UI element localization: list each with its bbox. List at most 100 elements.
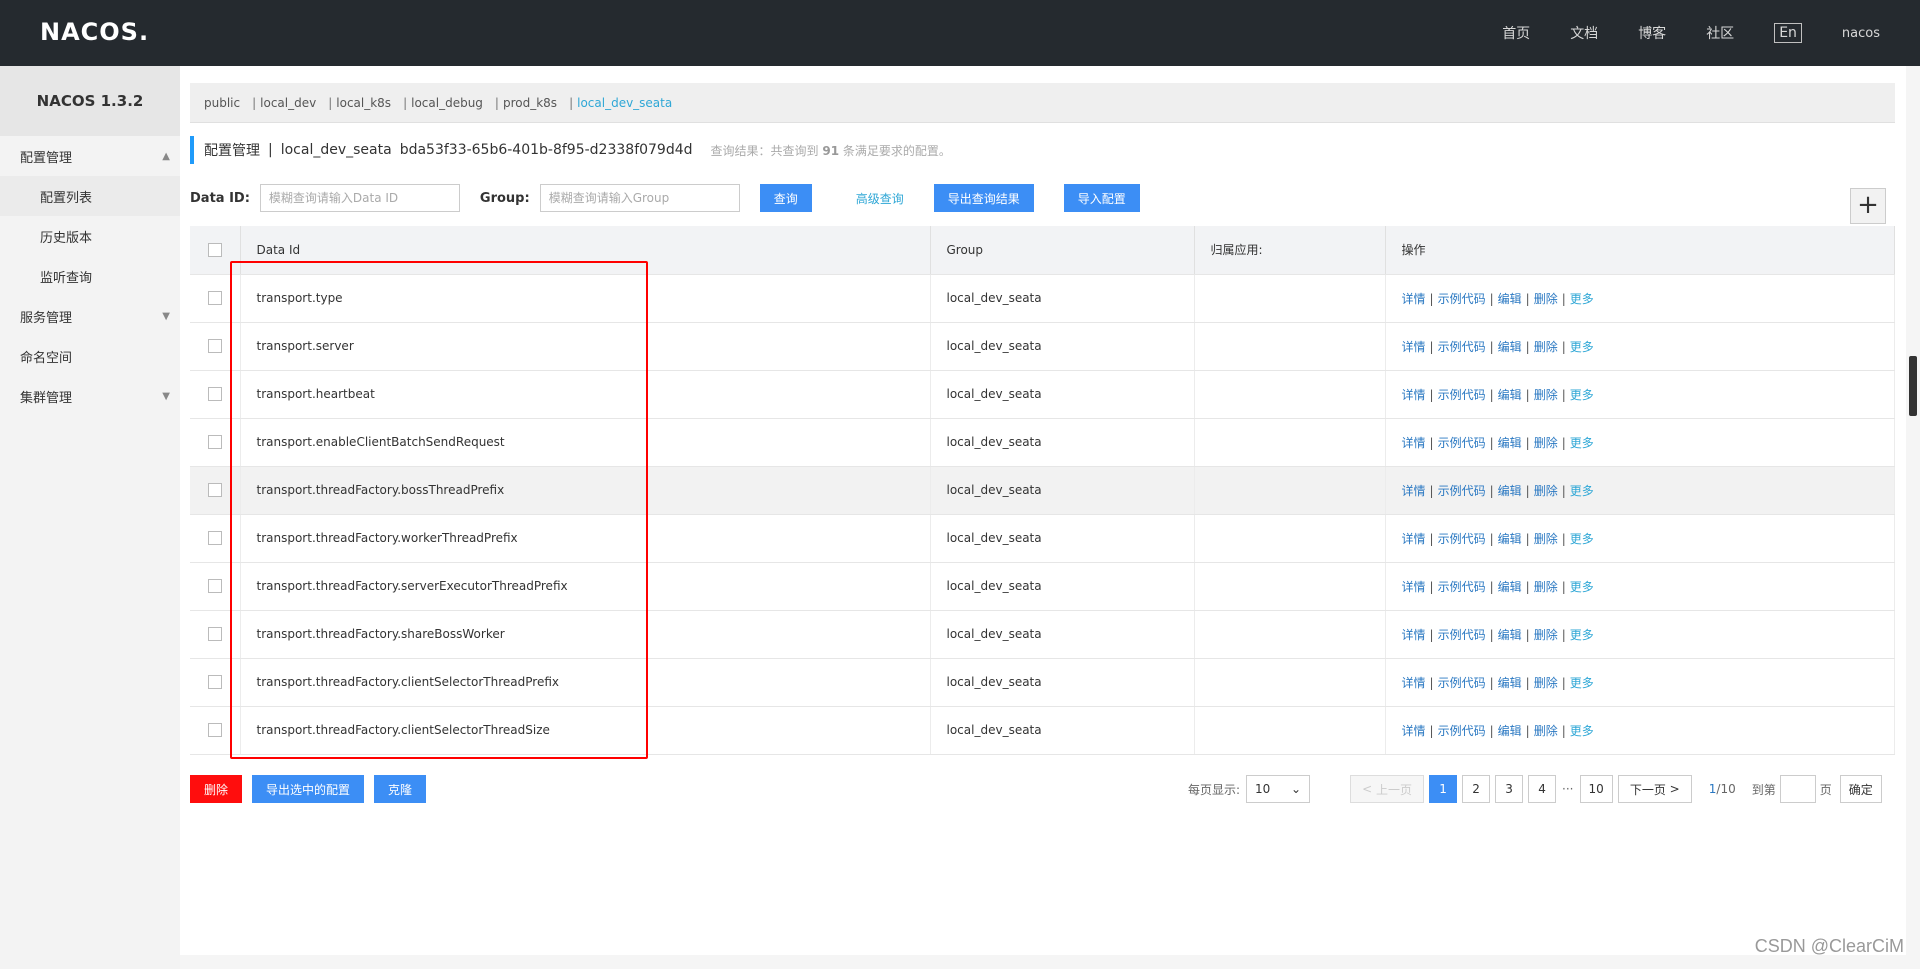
query-button[interactable]: 查询 bbox=[759, 184, 812, 212]
table-row[interactable]: transport.heartbeat local_dev_seata 详情 | 示… bbox=[190, 370, 1895, 419]
scrollbar-thumb[interactable] bbox=[1909, 356, 1917, 416]
language-toggle[interactable]: En bbox=[1774, 23, 1802, 43]
more-link[interactable]: 更多 bbox=[1570, 292, 1594, 306]
sample-code-link[interactable]: 示例代码 bbox=[1438, 628, 1486, 642]
sample-code-link[interactable]: 示例代码 bbox=[1438, 388, 1486, 402]
sidebar-item-listeners[interactable]: 监听查询 bbox=[0, 256, 180, 296]
details-link[interactable]: 详情 bbox=[1402, 532, 1426, 546]
delete-link[interactable]: 删除 bbox=[1534, 628, 1558, 642]
row-checkbox[interactable] bbox=[207, 723, 222, 738]
delete-link[interactable]: 删除 bbox=[1534, 340, 1558, 354]
edit-link[interactable]: 编辑 bbox=[1498, 388, 1522, 402]
delete-selected-button[interactable]: 删除 bbox=[190, 775, 243, 803]
namespace-public[interactable]: public bbox=[204, 96, 240, 110]
details-link[interactable]: 详情 bbox=[1402, 388, 1426, 402]
prev-page-button[interactable]: < 上一页 bbox=[1350, 775, 1425, 803]
page-button-2[interactable]: 2 bbox=[1462, 775, 1491, 803]
sample-code-link[interactable]: 示例代码 bbox=[1438, 484, 1486, 498]
delete-link[interactable]: 删除 bbox=[1534, 532, 1558, 546]
page-button-3[interactable]: 3 bbox=[1495, 775, 1524, 803]
page-button-10[interactable]: 10 bbox=[1579, 775, 1613, 803]
namespace-prod-k8s[interactable]: prod_k8s bbox=[503, 96, 557, 110]
row-checkbox[interactable] bbox=[207, 675, 222, 690]
more-link[interactable]: 更多 bbox=[1570, 484, 1594, 498]
namespace-local-dev[interactable]: local_dev bbox=[260, 96, 316, 110]
goto-confirm-button[interactable]: 确定 bbox=[1839, 775, 1882, 803]
row-checkbox[interactable] bbox=[207, 579, 222, 594]
namespace-local-k8s[interactable]: local_k8s bbox=[336, 96, 391, 110]
add-config-button[interactable]: + bbox=[1850, 188, 1886, 224]
sidebar-item-config-list[interactable]: 配置列表 bbox=[0, 176, 180, 216]
edit-link[interactable]: 编辑 bbox=[1498, 532, 1522, 546]
advanced-query-button[interactable]: 高级查询 bbox=[842, 184, 918, 212]
sample-code-link[interactable]: 示例代码 bbox=[1438, 724, 1486, 738]
more-link[interactable]: 更多 bbox=[1570, 340, 1594, 354]
delete-link[interactable]: 删除 bbox=[1534, 724, 1558, 738]
namespace-local-debug[interactable]: local_debug bbox=[411, 96, 483, 110]
sidebar-group-service[interactable]: 服务管理 ▼ bbox=[0, 296, 180, 336]
details-link[interactable]: 详情 bbox=[1402, 676, 1426, 690]
edit-link[interactable]: 编辑 bbox=[1498, 724, 1522, 738]
page-size-select[interactable]: 10 ⌄ bbox=[1246, 775, 1311, 803]
import-config-button[interactable]: 导入配置 bbox=[1063, 184, 1140, 212]
clone-button[interactable]: 克隆 bbox=[374, 775, 427, 803]
details-link[interactable]: 详情 bbox=[1402, 724, 1426, 738]
details-link[interactable]: 详情 bbox=[1402, 340, 1426, 354]
edit-link[interactable]: 编辑 bbox=[1498, 340, 1522, 354]
page-button-1[interactable]: 1 bbox=[1429, 775, 1458, 803]
sidebar-item-history[interactable]: 历史版本 bbox=[0, 216, 180, 256]
row-checkbox[interactable] bbox=[207, 627, 222, 642]
more-link[interactable]: 更多 bbox=[1570, 724, 1594, 738]
delete-link[interactable]: 删除 bbox=[1534, 436, 1558, 450]
sample-code-link[interactable]: 示例代码 bbox=[1438, 292, 1486, 306]
edit-link[interactable]: 编辑 bbox=[1498, 484, 1522, 498]
table-row[interactable]: transport.threadFactory.clientSelectorTh… bbox=[190, 658, 1895, 707]
table-row[interactable]: transport.threadFactory.clientSelectorTh… bbox=[190, 706, 1895, 755]
nacos-logo[interactable]: NACOS. bbox=[40, 18, 149, 46]
delete-link[interactable]: 删除 bbox=[1534, 580, 1558, 594]
export-results-button[interactable]: 导出查询结果 bbox=[933, 184, 1034, 212]
page-button-4[interactable]: 4 bbox=[1528, 775, 1557, 803]
edit-link[interactable]: 编辑 bbox=[1498, 292, 1522, 306]
select-all-checkbox[interactable] bbox=[207, 243, 222, 257]
details-link[interactable]: 详情 bbox=[1402, 628, 1426, 642]
row-checkbox[interactable] bbox=[207, 483, 222, 498]
sidebar-item-namespace[interactable]: 命名空间 bbox=[0, 336, 180, 376]
edit-link[interactable]: 编辑 bbox=[1498, 436, 1522, 450]
delete-link[interactable]: 删除 bbox=[1534, 676, 1558, 690]
goto-page-input[interactable] bbox=[1779, 775, 1816, 803]
delete-link[interactable]: 删除 bbox=[1534, 484, 1558, 498]
horizontal-scrollbar[interactable] bbox=[180, 955, 1906, 969]
details-link[interactable]: 详情 bbox=[1402, 436, 1426, 450]
sample-code-link[interactable]: 示例代码 bbox=[1438, 580, 1486, 594]
vertical-scrollbar[interactable] bbox=[1906, 66, 1920, 969]
table-row[interactable]: transport.threadFactory.bossThreadPrefix… bbox=[190, 466, 1895, 515]
sample-code-link[interactable]: 示例代码 bbox=[1438, 436, 1486, 450]
sample-code-link[interactable]: 示例代码 bbox=[1438, 340, 1486, 354]
table-row[interactable]: transport.threadFactory.workerThreadPref… bbox=[190, 514, 1895, 563]
more-link[interactable]: 更多 bbox=[1570, 676, 1594, 690]
table-row[interactable]: transport.enableClientBatchSendRequest l… bbox=[190, 418, 1895, 467]
more-link[interactable]: 更多 bbox=[1570, 628, 1594, 642]
row-checkbox[interactable] bbox=[207, 387, 222, 402]
sample-code-link[interactable]: 示例代码 bbox=[1438, 676, 1486, 690]
row-checkbox[interactable] bbox=[207, 531, 222, 546]
table-row[interactable]: transport.threadFactory.shareBossWorker … bbox=[190, 610, 1895, 659]
user-menu[interactable]: nacos bbox=[1842, 26, 1880, 41]
delete-link[interactable]: 删除 bbox=[1534, 292, 1558, 306]
table-row[interactable]: transport.type local_dev_seata 详情 | 示例代码 | 编… bbox=[190, 274, 1895, 323]
more-link[interactable]: 更多 bbox=[1570, 436, 1594, 450]
details-link[interactable]: 详情 bbox=[1402, 292, 1426, 306]
edit-link[interactable]: 编辑 bbox=[1498, 676, 1522, 690]
nav-blog[interactable]: 博客 bbox=[1638, 23, 1666, 43]
table-row[interactable]: transport.server local_dev_seata 详情 | 示例代码… bbox=[190, 322, 1895, 371]
edit-link[interactable]: 编辑 bbox=[1498, 580, 1522, 594]
namespace-local-dev-seata[interactable]: local_dev_seata bbox=[577, 96, 672, 110]
edit-link[interactable]: 编辑 bbox=[1498, 628, 1522, 642]
row-checkbox[interactable] bbox=[207, 291, 222, 306]
nav-home[interactable]: 首页 bbox=[1502, 23, 1530, 43]
next-page-button[interactable]: 下一页 > bbox=[1617, 775, 1692, 803]
more-link[interactable]: 更多 bbox=[1570, 388, 1594, 402]
delete-link[interactable]: 删除 bbox=[1534, 388, 1558, 402]
more-link[interactable]: 更多 bbox=[1570, 580, 1594, 594]
